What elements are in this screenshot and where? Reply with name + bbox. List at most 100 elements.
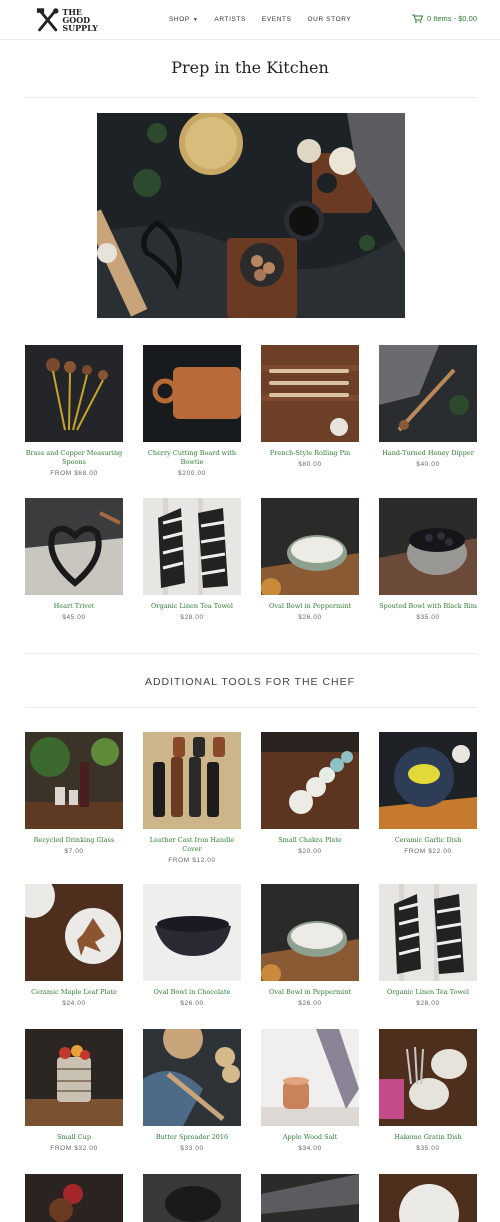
cart-icon	[411, 14, 423, 23]
product-card[interactable]	[25, 1174, 123, 1222]
product-image[interactable]	[143, 884, 241, 981]
product-card[interactable]: Brass and Copper Measuring Spoons FROM $…	[25, 345, 123, 477]
product-name[interactable]: Brass and Copper Measuring Spoons	[25, 449, 123, 467]
cart-label: 0 Items - $0.00	[426, 14, 477, 23]
product-card[interactable]: Organic Linen Tea Towel $28.00	[379, 884, 477, 1007]
nav-our-story[interactable]: OUR STORY	[308, 16, 352, 23]
product-card[interactable]: Butter Spreader 2016 $33.00	[143, 1029, 241, 1152]
product-name[interactable]: Apple Wood Salt	[261, 1133, 359, 1142]
product-name[interactable]: Small Cup	[25, 1133, 123, 1142]
product-name[interactable]: Oval Bowl in Peppermint	[261, 988, 359, 997]
main-nav: SHOP ▼ ARTISTS EVENTS OUR STORY	[169, 16, 367, 23]
product-image[interactable]	[25, 1174, 123, 1222]
divider	[25, 97, 477, 98]
product-image[interactable]	[25, 498, 123, 595]
divider	[25, 653, 477, 654]
product-card[interactable]: Heart Trivet $45.00	[25, 498, 123, 621]
product-image[interactable]	[379, 732, 477, 829]
product-name[interactable]: Oval Bowl in Chocolate	[143, 988, 241, 997]
product-card[interactable]: Apple Wood Salt $34.00	[261, 1029, 359, 1152]
product-image[interactable]	[261, 732, 359, 829]
product-card[interactable]	[261, 1174, 359, 1222]
product-name[interactable]: Organic Linen Tea Towel	[143, 602, 241, 611]
product-card[interactable]: Cherry Cutting Board with Bowtie $200.00	[143, 345, 241, 477]
nav-events[interactable]: EVENTS	[262, 16, 292, 23]
product-price: $40.00	[416, 461, 440, 468]
product-card[interactable]: Small Chakra Plate $20.00	[261, 732, 359, 855]
product-image[interactable]	[25, 345, 123, 442]
product-card[interactable]: Organic Linen Tea Towel $28.00	[143, 498, 241, 621]
product-name[interactable]: Ceramic Garlic Dish	[379, 836, 477, 845]
product-image[interactable]	[143, 732, 241, 829]
product-image[interactable]	[261, 345, 359, 442]
hero-image	[97, 113, 405, 318]
product-card[interactable]: Oval Bowl in Chocolate $26.00	[143, 884, 241, 1007]
product-image[interactable]	[261, 884, 359, 981]
product-name[interactable]: Organic Linen Tea Towel	[379, 988, 477, 997]
product-card[interactable]: Hand-Turned Honey Dipper $40.00	[379, 345, 477, 468]
product-image[interactable]	[261, 498, 359, 595]
caret-down-icon: ▼	[192, 16, 199, 23]
product-card[interactable]: Spouted Bowl with Black Rim $35.00	[379, 498, 477, 621]
product-image[interactable]	[379, 1029, 477, 1126]
product-price: $80.00	[298, 461, 322, 468]
product-price: $20.00	[298, 848, 322, 855]
divider	[25, 707, 477, 708]
product-name[interactable]: Heart Trivet	[25, 602, 123, 611]
product-name[interactable]: Butter Spreader 2016	[143, 1133, 241, 1142]
product-image[interactable]	[379, 884, 477, 981]
product-card[interactable]: Oval Bowl in Peppermint $26.00	[261, 498, 359, 621]
product-image[interactable]	[379, 498, 477, 595]
product-name[interactable]: Small Chakra Plate	[261, 836, 359, 845]
section-heading: ADDITIONAL TOOLS FOR THE CHEF	[144, 676, 356, 688]
product-image[interactable]	[25, 884, 123, 981]
cart-link[interactable]: 0 Items - $0.00	[411, 14, 477, 23]
product-card[interactable]: Hakeme Gratin Dish $35.00	[379, 1029, 477, 1152]
product-name[interactable]: French-Style Rolling Pin	[261, 449, 359, 458]
product-image[interactable]	[261, 1029, 359, 1126]
product-image[interactable]	[25, 732, 123, 829]
product-image[interactable]	[25, 1029, 123, 1126]
product-name[interactable]: Hand-Turned Honey Dipper	[379, 449, 477, 458]
site-logo[interactable]: THE GOOD SUPPLY	[36, 5, 98, 35]
product-name[interactable]: Ceramic Maple Leaf Plate	[25, 988, 123, 997]
nav-label: EVENTS	[261, 16, 292, 23]
product-name[interactable]: Leather Cast Iron Handle Cover	[143, 836, 241, 854]
product-card[interactable]: Leather Cast Iron Handle Cover FROM $12.…	[143, 732, 241, 864]
product-card[interactable]: Oval Bowl in Peppermint $26.00	[261, 884, 359, 1007]
page-title: Prep in the Kitchen	[171, 58, 329, 77]
product-card[interactable]: Ceramic Garlic Dish FROM $22.00	[379, 732, 477, 855]
tools-logo-icon	[36, 8, 59, 32]
product-card[interactable]: Ceramic Maple Leaf Plate $24.00	[25, 884, 123, 1007]
product-card[interactable]: Recycled Drinking Glass $7.00	[25, 732, 123, 855]
product-price: $26.00	[180, 1000, 204, 1007]
site-header: THE GOOD SUPPLY SHOP ▼ ARTISTS EVENTS OUR…	[0, 0, 500, 40]
product-price: $28.00	[416, 1000, 440, 1007]
product-card[interactable]	[143, 1174, 241, 1222]
product-name[interactable]: Recycled Drinking Glass	[25, 836, 123, 845]
nav-artists[interactable]: ARTISTS	[214, 16, 246, 23]
product-price: $26.00	[298, 1000, 322, 1007]
product-image[interactable]	[379, 345, 477, 442]
product-price: $7.00	[64, 848, 84, 855]
product-name[interactable]: Spouted Bowl with Black Rim	[379, 602, 477, 611]
product-card[interactable]	[379, 1174, 477, 1222]
product-image[interactable]	[143, 498, 241, 595]
product-image[interactable]	[143, 1174, 241, 1222]
product-name[interactable]: Oval Bowl in Peppermint	[261, 602, 359, 611]
product-image[interactable]	[143, 1029, 241, 1126]
product-name[interactable]: Cherry Cutting Board with Bowtie	[143, 449, 241, 467]
product-price: $35.00	[416, 1145, 440, 1152]
product-card[interactable]: French-Style Rolling Pin $80.00	[261, 345, 359, 468]
product-card[interactable]: Small Cup FROM $32.00	[25, 1029, 123, 1152]
product-image[interactable]	[143, 345, 241, 442]
product-price: $34.00	[298, 1145, 322, 1152]
product-price: $28.00	[180, 614, 204, 621]
product-image[interactable]	[261, 1174, 359, 1222]
product-price: $33.00	[180, 1145, 204, 1152]
product-image[interactable]	[379, 1174, 477, 1222]
product-name[interactable]: Hakeme Gratin Dish	[379, 1133, 477, 1142]
product-price: FROM $68.00	[50, 470, 98, 477]
nav-shop[interactable]: SHOP ▼	[169, 16, 198, 23]
product-price: $200.00	[178, 470, 206, 477]
